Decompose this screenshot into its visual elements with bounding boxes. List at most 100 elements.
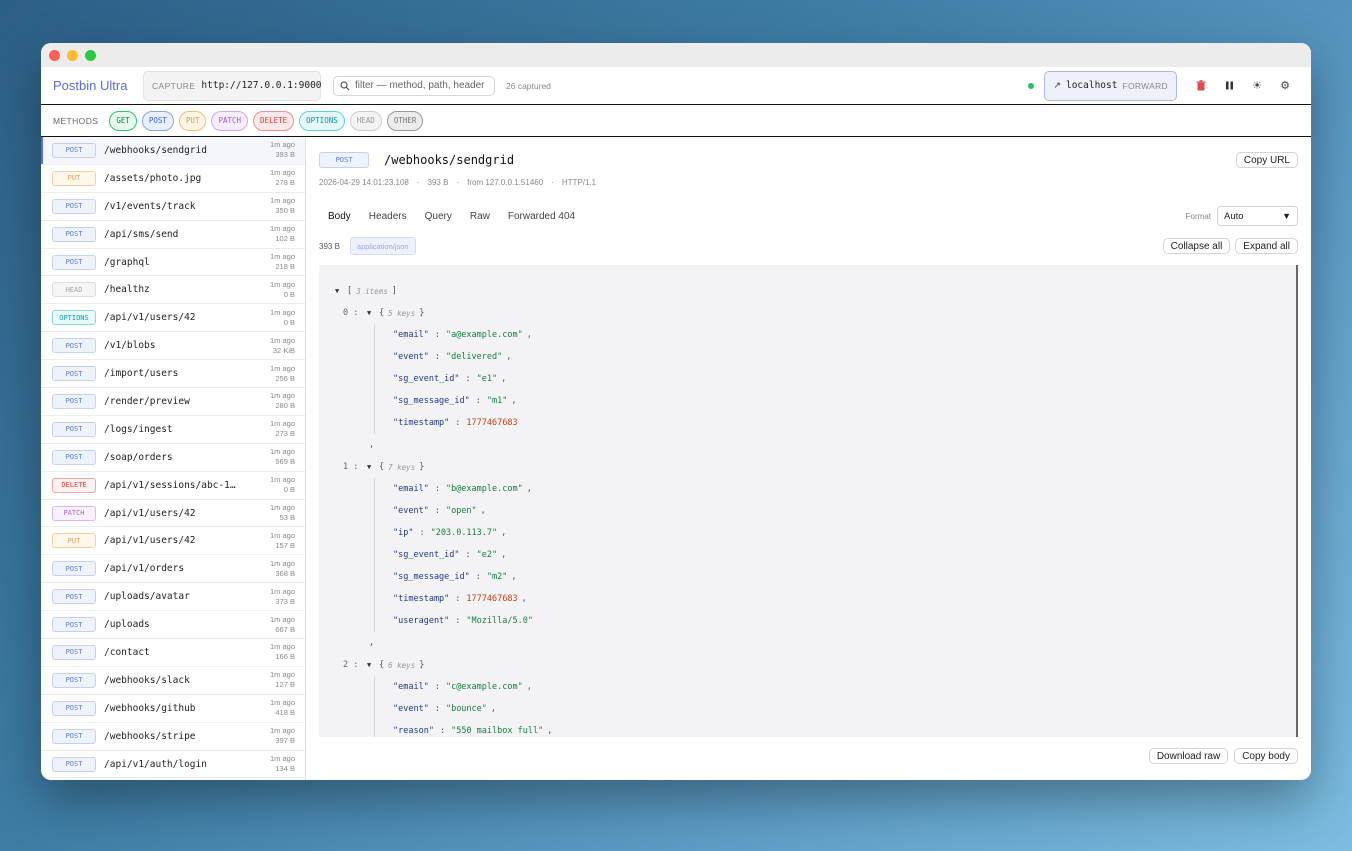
method-chip-patch[interactable]: PATCH <box>211 110 249 131</box>
format-label: Format <box>1185 211 1211 221</box>
request-row[interactable]: POST/soap/orders 1m ago 569 B <box>41 444 305 472</box>
request-row[interactable]: POST/import/users 1m ago 256 B <box>41 360 305 389</box>
json-key: "sg_message_id" <box>393 572 470 582</box>
request-size: 218 B <box>275 262 295 271</box>
json-value: "e2" <box>476 550 498 560</box>
close-window-button[interactable] <box>49 49 60 61</box>
request-row[interactable]: POST/uploads 1m ago 667 B <box>41 611 305 640</box>
request-row[interactable]: POST/contact 1m ago 166 B <box>41 639 305 667</box>
request-row[interactable]: POST/v1/blobs 1m ago 32 KiB <box>41 332 305 361</box>
request-path: /api/v1/orders <box>104 563 185 575</box>
json-viewer[interactable]: ▼[3 items] 0 : ▼{5 keys} "email": "a@example… <box>319 265 1298 737</box>
key-count: 5 keys <box>388 308 416 318</box>
sun-icon[interactable]: ☀ <box>1243 79 1271 92</box>
tree-item[interactable]: 2 : ▼{6 keys} <box>335 654 1296 676</box>
caret-down-icon[interactable]: ▼ <box>367 463 375 471</box>
caret-down-icon[interactable]: ▼ <box>335 287 343 295</box>
request-meta-col: 1m ago 373 B <box>270 587 295 607</box>
request-row[interactable]: POST/api/v1/orders 1m ago 368 B <box>41 555 305 584</box>
request-row[interactable]: HEAD/healthz 1m ago 0 B <box>41 276 305 305</box>
filter-input[interactable] <box>355 80 485 91</box>
request-meta-col: 1m ago 256 B <box>270 364 295 384</box>
tab-raw[interactable]: Raw <box>461 211 499 222</box>
request-row[interactable]: DELETE/api/v1/sessions/abc-1… 1m ago 0 B <box>41 472 305 500</box>
method-chip-put[interactable]: PUT <box>178 110 207 131</box>
request-row[interactable]: POST/render/preview 1m ago 280 B <box>41 388 305 416</box>
tree-object-children: "email": "b@example.com", "event": "open", "… <box>374 478 1296 632</box>
method-badge: PATCH <box>52 505 96 521</box>
caret-down-icon[interactable]: ▼ <box>367 661 375 669</box>
array-index: 1 : <box>343 462 359 472</box>
request-row[interactable]: POST/api/sms/send 1m ago 102 B <box>41 221 305 249</box>
request-row[interactable]: PUT/assets/photo.jpg 1m ago 278 B <box>41 165 305 193</box>
method-badge: POST <box>52 589 96 605</box>
trash-icon[interactable] <box>1187 80 1215 91</box>
request-meta-col: 1m ago 278 B <box>270 168 295 188</box>
json-field: "email": "c@example.com", <box>393 682 532 692</box>
forward-target[interactable]: ↗ localhost FORWARD <box>1044 70 1177 101</box>
request-row[interactable]: POST/webhooks/stripe 1m ago 397 B <box>41 723 305 751</box>
request-time: 1m ago <box>269 307 295 317</box>
tab-headers[interactable]: Headers <box>360 211 416 222</box>
request-row[interactable]: POST/webhooks/github 1m ago 418 B <box>41 695 305 723</box>
arrow-up-right-icon: ↗ <box>1053 80 1061 90</box>
method-chip-delete[interactable]: DELETE <box>253 110 295 131</box>
tab-forwarded[interactable]: Forwarded 404 <box>499 211 584 222</box>
filter-box[interactable] <box>333 75 495 96</box>
pause-icon[interactable] <box>1215 81 1243 90</box>
request-time: 1m ago <box>269 224 295 234</box>
method-chip-other[interactable]: OTHER <box>386 110 424 131</box>
expand-all-button[interactable]: Expand all <box>1235 238 1298 254</box>
method-chip-head[interactable]: HEAD <box>349 110 382 131</box>
request-meta-col: 1m ago 102 B <box>270 224 295 244</box>
request-row[interactable]: POST/uploads/avatar 1m ago 373 B <box>41 583 305 612</box>
request-time: 1m ago <box>269 447 295 457</box>
method-chip-get[interactable]: GET <box>109 110 137 131</box>
tree-item[interactable]: 0 : ▼{5 keys} <box>335 302 1296 324</box>
request-row[interactable]: POST/webhooks/slack 1m ago 127 B <box>41 667 305 695</box>
format-select[interactable]: Auto ▼ <box>1217 206 1298 226</box>
request-row[interactable]: POST/graphql 1m ago 218 B <box>41 249 305 277</box>
request-meta-col: 1m ago 280 B <box>270 391 295 411</box>
method-badge: POST <box>52 756 96 772</box>
request-row[interactable]: POST/logs/ingest 1m ago 273 B <box>41 416 305 444</box>
caret-down-icon[interactable]: ▼ <box>367 309 375 317</box>
json-field: "email": "a@example.com", <box>393 330 532 340</box>
json-value: "m1" <box>486 396 508 406</box>
copy-url-button[interactable]: Copy URL <box>1235 152 1298 168</box>
gear-icon[interactable]: ⚙ <box>1271 79 1299 92</box>
request-size: 418 B <box>275 708 295 718</box>
json-value: "open" <box>445 506 477 516</box>
request-row[interactable]: OPTIONS/api/v1/users/42 1m ago 0 B <box>41 304 305 333</box>
method-badge: POST <box>52 672 96 688</box>
capture-url-box[interactable]: CAPTURE http://127.0.0.1:9000 <box>143 70 322 101</box>
forward-label: FORWARD <box>1122 80 1168 91</box>
request-time: 1m ago <box>269 168 295 178</box>
copy-body-button[interactable]: Copy body <box>1234 748 1298 764</box>
method-chip-options[interactable]: OPTIONS <box>299 110 345 131</box>
json-value: "bounce" <box>445 704 487 714</box>
tab-query[interactable]: Query <box>416 211 461 222</box>
tab-body[interactable]: Body <box>319 211 360 222</box>
request-row[interactable]: PATCH/api/v1/users/42 1m ago 53 B <box>41 500 305 528</box>
download-raw-button[interactable]: Download raw <box>1148 748 1229 764</box>
content-type-badge: application/json <box>349 237 416 255</box>
request-meta-col: 1m ago 397 B <box>270 726 295 746</box>
request-row[interactable]: PUT/api/v1/users/42 1m ago 157 B <box>41 527 305 556</box>
json-field: "sg_event_id": "e2", <box>393 550 507 560</box>
json-key: "event" <box>393 704 429 714</box>
request-row[interactable]: POST/webhooks/sendgrid 1m ago 393 B <box>41 137 305 165</box>
item-separator: , <box>369 638 375 648</box>
request-meta-col: 1m ago 32 KiB <box>270 336 295 356</box>
method-badge: POST <box>52 366 96 382</box>
request-row[interactable]: POST/v1/events/track 1m ago 350 B <box>41 193 305 221</box>
minimize-window-button[interactable] <box>67 49 78 61</box>
request-row[interactable]: POST/api/v1/auth/login 1m ago 134 B <box>41 751 305 779</box>
request-size: 273 B <box>275 429 295 439</box>
request-path: /assets/photo.jpg <box>104 172 202 184</box>
collapse-all-button[interactable]: Collapse all <box>1162 238 1231 254</box>
zoom-window-button[interactable] <box>85 49 96 61</box>
tree-item[interactable]: 1 : ▼{7 keys} <box>335 456 1296 478</box>
tree-root[interactable]: ▼[3 items] <box>335 280 1296 302</box>
method-chip-post[interactable]: POST <box>141 110 174 131</box>
